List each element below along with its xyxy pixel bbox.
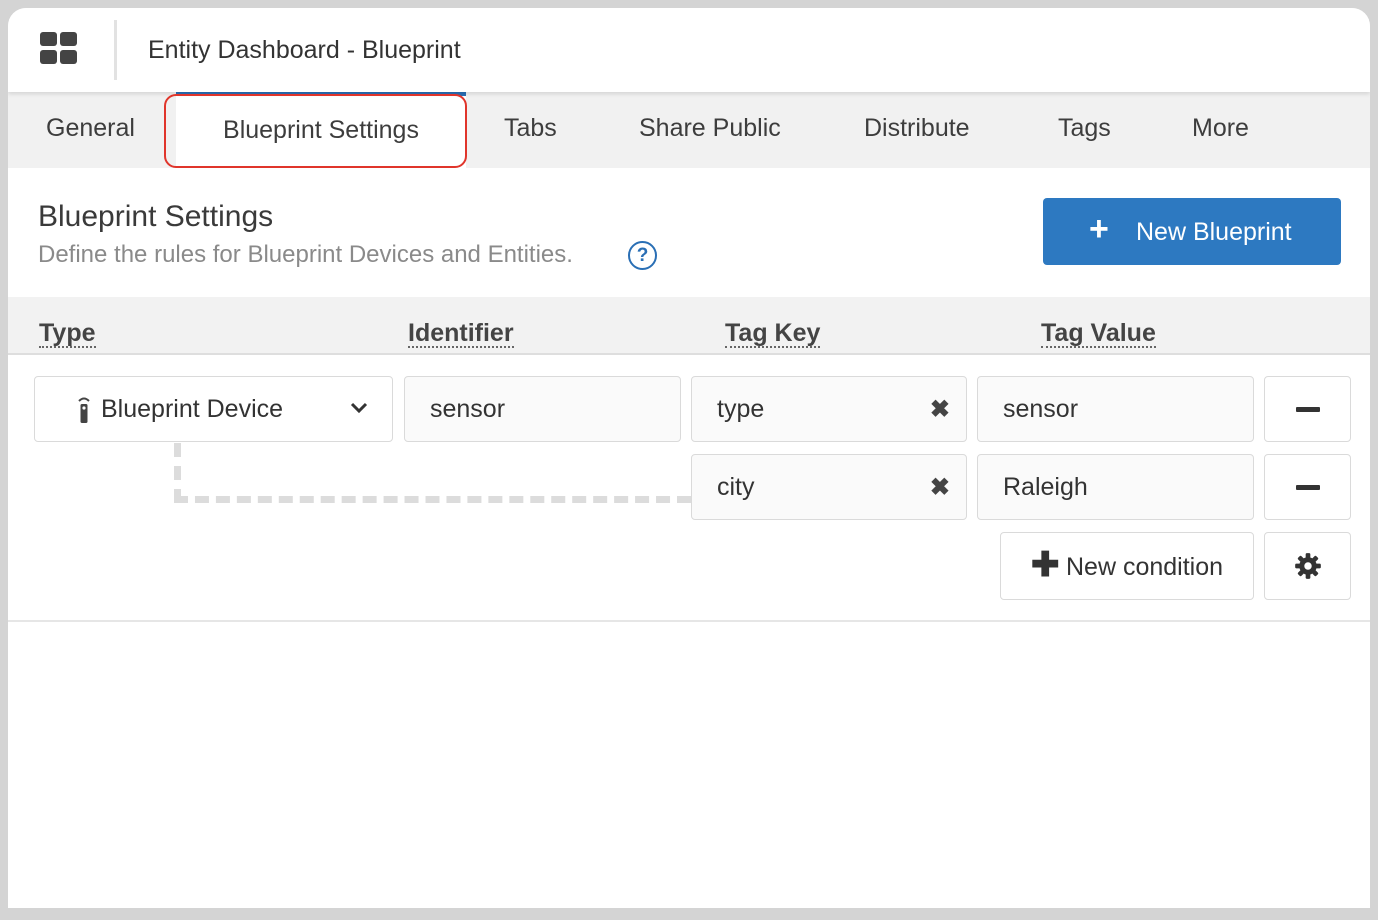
- tab-distribute[interactable]: Distribute: [864, 114, 970, 143]
- clear-icon[interactable]: ✖: [930, 398, 950, 422]
- column-header-tag-key[interactable]: Tag Key: [725, 320, 821, 348]
- section-title: Blueprint Settings: [38, 200, 274, 233]
- type-select-value: Blueprint Device: [101, 395, 284, 423]
- chevron-down-icon: [350, 402, 368, 414]
- help-icon[interactable]: ?: [628, 241, 657, 270]
- type-select[interactable]: Blueprint Device: [34, 376, 393, 442]
- tag-value-input[interactable]: Raleigh: [977, 454, 1254, 520]
- column-header-type[interactable]: Type: [39, 320, 96, 348]
- page-title: Entity Dashboard - Blueprint: [148, 36, 461, 64]
- device-remote-icon: [78, 397, 90, 423]
- section-divider: [8, 620, 1370, 622]
- new-condition-button[interactable]: ✚ New condition: [1000, 532, 1254, 600]
- tab-blueprint-settings[interactable]: Blueprint Settings: [176, 92, 466, 168]
- plus-icon: +: [1089, 210, 1109, 248]
- section-subtitle: Define the rules for Blueprint Devices a…: [38, 241, 573, 268]
- rule-settings-button[interactable]: [1264, 532, 1351, 600]
- plus-icon: ✚: [1031, 546, 1060, 584]
- gear-icon: [1295, 553, 1321, 579]
- app-header: Entity Dashboard - Blueprint: [8, 8, 1370, 92]
- new-condition-label: New condition: [1066, 553, 1224, 581]
- new-blueprint-label: New Blueprint: [1136, 218, 1292, 246]
- tab-general[interactable]: General: [46, 114, 135, 143]
- tag-value-input[interactable]: sensor: [977, 376, 1254, 442]
- remove-condition-button[interactable]: [1264, 454, 1351, 520]
- tag-key-input[interactable]: type ✖: [691, 376, 967, 442]
- tab-tags[interactable]: Tags: [1058, 114, 1111, 143]
- tab-share-public[interactable]: Share Public: [639, 114, 781, 143]
- tab-more[interactable]: More: [1192, 114, 1249, 143]
- clear-icon[interactable]: ✖: [930, 476, 950, 500]
- rule-connector-line: [174, 443, 181, 503]
- new-blueprint-button[interactable]: + New Blueprint: [1043, 198, 1341, 265]
- remove-condition-button[interactable]: [1264, 376, 1351, 442]
- rule-connector-line: [174, 496, 691, 503]
- header-divider: [114, 20, 117, 80]
- minus-icon: [1296, 407, 1320, 412]
- column-header-tag-value[interactable]: Tag Value: [1041, 320, 1156, 348]
- app-window: Entity Dashboard - Blueprint General Blu…: [8, 8, 1370, 908]
- tab-tabs[interactable]: Tabs: [504, 114, 557, 143]
- dashboard-grid-icon[interactable]: [40, 32, 80, 66]
- tag-key-value: city: [717, 473, 755, 501]
- tag-key-value: type: [717, 395, 765, 423]
- tab-bar: General Blueprint Settings Tabs Share Pu…: [8, 92, 1370, 168]
- tag-key-input[interactable]: city ✖: [691, 454, 967, 520]
- column-header-identifier[interactable]: Identifier: [408, 320, 514, 348]
- minus-icon: [1296, 485, 1320, 490]
- table-header: Type Identifier Tag Key Tag Value: [8, 297, 1370, 355]
- identifier-input[interactable]: sensor: [404, 376, 681, 442]
